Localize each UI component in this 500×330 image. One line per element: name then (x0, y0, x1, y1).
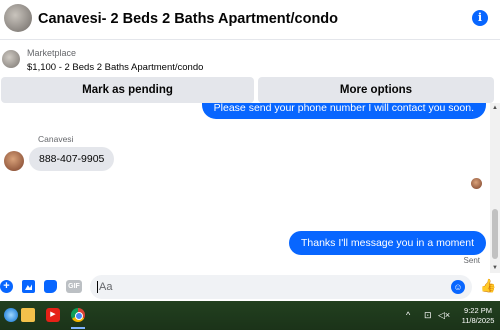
message-input[interactable]: Aa ☺ (90, 275, 472, 299)
tray-chevron-icon[interactable]: ^ (406, 310, 410, 320)
conversation-header: Canavesi- 2 Beds 2 Baths Apartment/condo… (0, 0, 500, 40)
message-composer: + GIF Aa ☺ 👍 (0, 273, 500, 301)
outgoing-message[interactable]: Please send your phone number I will con… (201, 103, 486, 119)
message-thread: Please send your phone number I will con… (0, 103, 490, 273)
listing-summary[interactable]: Marketplace $1,100 - 2 Beds 2 Baths Apar… (0, 42, 500, 78)
clock-time: 9:22 PM (464, 306, 492, 315)
scroll-down-arrow-icon[interactable]: ▼ (492, 265, 498, 271)
info-icon[interactable]: i (472, 10, 488, 26)
marketplace-label: Marketplace (27, 48, 77, 58)
sticker-icon[interactable] (44, 280, 57, 293)
seen-avatar (471, 178, 482, 189)
more-options-button[interactable]: More options (258, 77, 494, 103)
thread-scrollbar[interactable]: ▲ ▼ (490, 103, 500, 273)
like-icon[interactable]: 👍 (480, 279, 496, 293)
volume-icon[interactable]: ◁× (438, 310, 450, 321)
photo-icon[interactable] (22, 280, 35, 293)
message-input-placeholder: Aa (97, 281, 113, 293)
plus-icon[interactable]: + (0, 280, 13, 293)
network-icon[interactable]: ⊡ (424, 310, 432, 321)
conversation-title[interactable]: Canavesi- 2 Beds 2 Baths Apartment/condo (38, 11, 338, 27)
emoji-icon[interactable]: ☺ (451, 280, 465, 294)
scroll-up-arrow-icon[interactable]: ▲ (492, 105, 498, 111)
gif-icon[interactable]: GIF (66, 280, 82, 293)
outgoing-message[interactable]: Thanks I'll message you in a moment (289, 231, 486, 255)
active-app-indicator (71, 327, 85, 329)
sender-avatar[interactable] (4, 151, 24, 171)
taskbar-clock[interactable]: 9:22 PM 11/8/2025 (458, 306, 498, 326)
listing-price-title: $1,100 - 2 Beds 2 Baths Apartment/condo (27, 62, 204, 73)
start-icon[interactable] (4, 308, 18, 322)
file-explorer-icon[interactable] (21, 308, 35, 322)
chrome-icon[interactable] (71, 308, 85, 322)
listing-thumbnail[interactable] (4, 4, 32, 32)
windows-taskbar: ▶ ^ ⊡ ◁× 9:22 PM 11/8/2025 (0, 301, 500, 330)
mark-as-pending-button[interactable]: Mark as pending (1, 77, 254, 103)
listing-actions: Mark as pending More options (0, 77, 500, 103)
scrollbar-thumb[interactable] (492, 209, 498, 259)
listing-thumbnail-small (2, 50, 20, 68)
clock-date: 11/8/2025 (461, 316, 495, 325)
incoming-message[interactable]: 888-407-9905 (29, 147, 115, 171)
sender-name: Canavesi (38, 134, 74, 144)
message-status: Sent (463, 256, 480, 265)
youtube-icon[interactable]: ▶ (46, 308, 60, 322)
